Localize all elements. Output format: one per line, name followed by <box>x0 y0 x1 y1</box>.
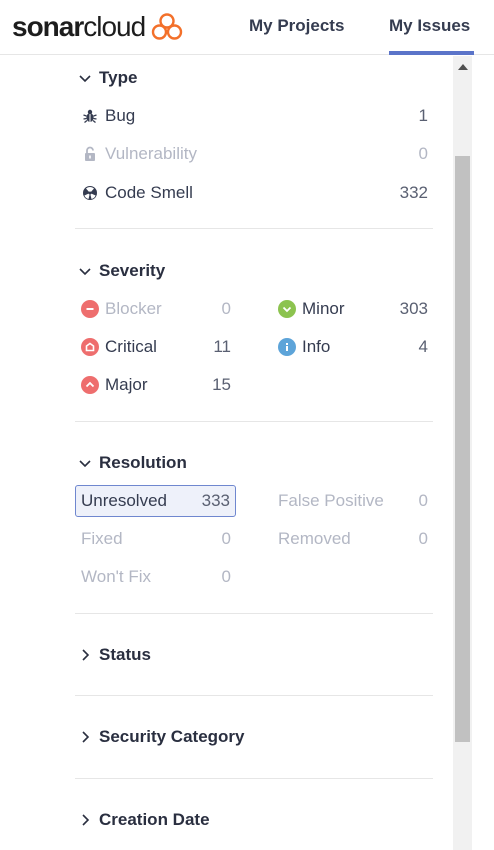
facet-type-header[interactable]: Type <box>75 66 433 90</box>
facet-item-bug[interactable]: Bug 1 <box>81 100 428 132</box>
facet-item-label: Bug <box>105 106 136 125</box>
facet-item-false-positive[interactable]: False Positive 0 <box>278 485 428 517</box>
facet-security-category-header[interactable]: Security Category <box>75 725 433 749</box>
facet-item-label: Blocker <box>105 299 162 318</box>
active-nav-indicator <box>389 51 474 55</box>
facet-severity-header[interactable]: Severity <box>75 259 433 283</box>
facet-title: Status <box>99 645 151 664</box>
facet-type: Type <box>75 66 433 90</box>
sonarcloud-cloud-icon <box>151 13 183 40</box>
critical-icon <box>81 338 99 356</box>
facet-divider <box>75 613 433 614</box>
logo-wordmark: sonarcloud <box>12 11 146 42</box>
facet-item-wont-fix[interactable]: Won't Fix 0 <box>81 561 231 593</box>
facet-item-count: 0 <box>221 529 231 548</box>
facet-item-count: 15 <box>212 375 231 394</box>
facet-item-blocker[interactable]: Blocker 0 <box>81 293 231 325</box>
chevron-down-icon <box>78 264 92 278</box>
facet-item-count: 303 <box>399 299 428 318</box>
chevron-down-icon <box>78 71 92 85</box>
facet-item-count: 0 <box>418 529 428 548</box>
facet-creation-date-header[interactable]: Creation Date <box>75 808 433 832</box>
nav-my-issues[interactable]: My Issues <box>389 16 470 36</box>
facet-item-major[interactable]: Major 15 <box>81 369 231 401</box>
top-navigation-bar: sonarcloud My Projects My Issues <box>0 0 494 55</box>
scrollbar-thumb[interactable] <box>455 156 470 742</box>
facet-item-count: 0 <box>221 567 231 586</box>
facet-divider <box>75 695 433 696</box>
chevron-right-icon <box>78 813 92 827</box>
facet-item-label: Info <box>302 337 331 356</box>
facet-divider <box>75 228 433 229</box>
facet-title: Type <box>99 68 138 87</box>
facet-resolution: Resolution <box>75 451 433 475</box>
blocker-icon <box>81 300 99 318</box>
facet-item-info[interactable]: Info 4 <box>278 331 428 363</box>
facet-item-count: 1 <box>418 106 428 125</box>
facet-item-count: 0 <box>418 144 428 163</box>
lock-icon <box>81 145 99 163</box>
sidebar-scrollbar[interactable] <box>453 56 472 850</box>
facet-item-count: 332 <box>399 183 428 202</box>
facet-divider <box>75 778 433 779</box>
facet-security-category: Security Category <box>75 725 433 749</box>
left-gutter <box>0 56 57 850</box>
facet-item-label: Unresolved <box>81 491 167 510</box>
facet-severity: Severity <box>75 259 433 283</box>
facet-resolution-header[interactable]: Resolution <box>75 451 433 475</box>
facet-title: Severity <box>99 261 166 280</box>
chevron-right-icon <box>78 730 92 744</box>
facet-item-label: Critical <box>105 337 157 356</box>
right-gutter <box>472 56 494 850</box>
scroll-up-arrow-icon[interactable] <box>458 64 468 70</box>
facet-item-label: Code Smell <box>105 183 193 202</box>
facet-status-header[interactable]: Status <box>75 643 433 667</box>
facet-title: Resolution <box>99 453 187 472</box>
facet-item-count: 0 <box>221 299 231 318</box>
major-icon <box>81 376 99 394</box>
facet-item-count: 333 <box>201 491 230 510</box>
facet-item-fixed[interactable]: Fixed 0 <box>81 523 231 555</box>
facet-item-label: Won't Fix <box>81 567 152 586</box>
facet-divider <box>75 421 433 422</box>
facet-item-removed[interactable]: Removed 0 <box>278 523 428 555</box>
facet-item-label: Fixed <box>81 529 123 548</box>
facet-item-label: Minor <box>302 299 345 318</box>
facet-title: Creation Date <box>99 810 210 829</box>
minor-icon <box>278 300 296 318</box>
facet-item-label: Major <box>105 375 148 394</box>
facet-item-label: False Positive <box>278 491 384 510</box>
nav-my-projects[interactable]: My Projects <box>249 16 344 36</box>
chevron-right-icon <box>78 648 92 662</box>
facet-item-critical[interactable]: Critical 11 <box>81 331 231 363</box>
facet-item-label: Vulnerability <box>105 144 197 163</box>
facet-item-count: 4 <box>418 337 428 356</box>
facet-item-code-smell[interactable]: Code Smell 332 <box>81 177 428 209</box>
facet-item-minor[interactable]: Minor 303 <box>278 293 428 325</box>
facet-creation-date: Creation Date <box>75 808 433 832</box>
info-icon <box>278 338 296 356</box>
chevron-down-icon <box>78 456 92 470</box>
facet-item-count: 11 <box>213 337 231 356</box>
bug-icon <box>81 107 99 125</box>
sonarcloud-logo[interactable]: sonarcloud <box>12 10 183 44</box>
facet-item-vulnerability[interactable]: Vulnerability 0 <box>81 138 428 170</box>
facet-item-unresolved[interactable]: Unresolved 333 <box>75 485 236 517</box>
facet-item-label: Removed <box>278 529 351 548</box>
facet-item-count: 0 <box>418 491 428 510</box>
code-smell-icon <box>81 184 99 202</box>
facet-status: Status <box>75 643 433 667</box>
facet-title: Security Category <box>99 727 245 746</box>
